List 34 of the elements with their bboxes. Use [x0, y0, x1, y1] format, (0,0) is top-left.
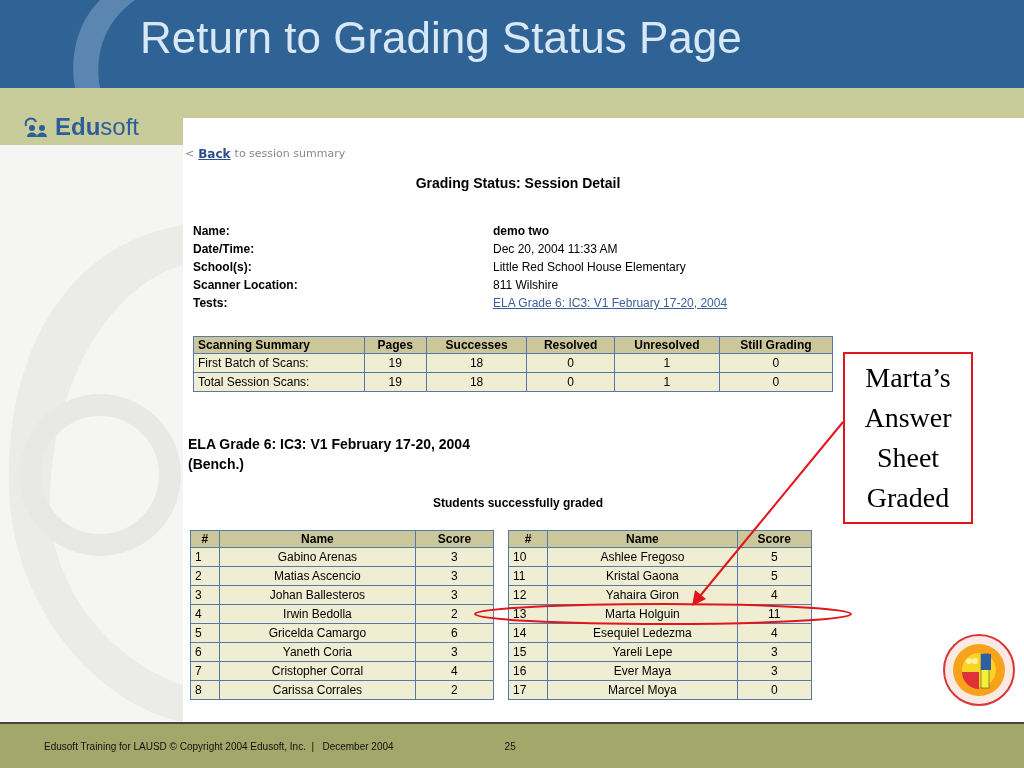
detail-label: Date/Time: [193, 242, 256, 256]
detail-value: Dec 20, 2004 11:33 AM [493, 242, 619, 256]
column-header: # [190, 530, 220, 548]
page-heading: Grading Status: Session Detail [414, 175, 622, 191]
detail-value: 811 Wilshire [493, 278, 560, 292]
column-header: Unresolved [614, 336, 720, 354]
column-header: Still Grading [719, 336, 833, 354]
back-arrow: < [185, 147, 195, 161]
logo-text: Edusoft [55, 113, 139, 141]
back-link[interactable]: Back [198, 147, 231, 161]
page-number: 25 [504, 740, 516, 752]
column-header: Pages [364, 336, 427, 354]
detail-label: Scanner Location: [193, 278, 299, 292]
column-header: Name [219, 530, 416, 548]
footer-text: Edusoft Training for LAUSD © Copyright 2004 Edusoft, Inc. | December 2004 [44, 740, 394, 752]
test-title: ELA Grade 6: IC3: V1 February 17-20, 2004 (Bench.) [188, 435, 471, 474]
test-link[interactable]: ELA Grade 6: IC3: V1 February 17-20, 2004 [493, 296, 833, 310]
column-header: Resolved [526, 336, 615, 354]
column-header: Successes [426, 336, 527, 354]
column-header: Scanning Summary [193, 336, 365, 354]
back-link-text: to session summary [234, 147, 346, 161]
column-header: # [508, 530, 548, 548]
detail-value: Little Red School House Elementary [493, 260, 687, 274]
detail-label: Tests: [193, 296, 229, 310]
seal-logo-icon [943, 634, 1015, 706]
detail-label: School(s): [193, 260, 253, 274]
detail-label: Name: [193, 224, 231, 238]
graded-caption: Students successfully graded [431, 496, 605, 510]
column-header: Name [547, 530, 738, 548]
callout-box: Marta’s Answer Sheet Graded [843, 352, 973, 524]
column-header: Score [415, 530, 494, 548]
slide-title: Return to Grading Status Page [140, 13, 742, 63]
column-header: Score [737, 530, 812, 548]
detail-value: demo two [493, 224, 550, 238]
